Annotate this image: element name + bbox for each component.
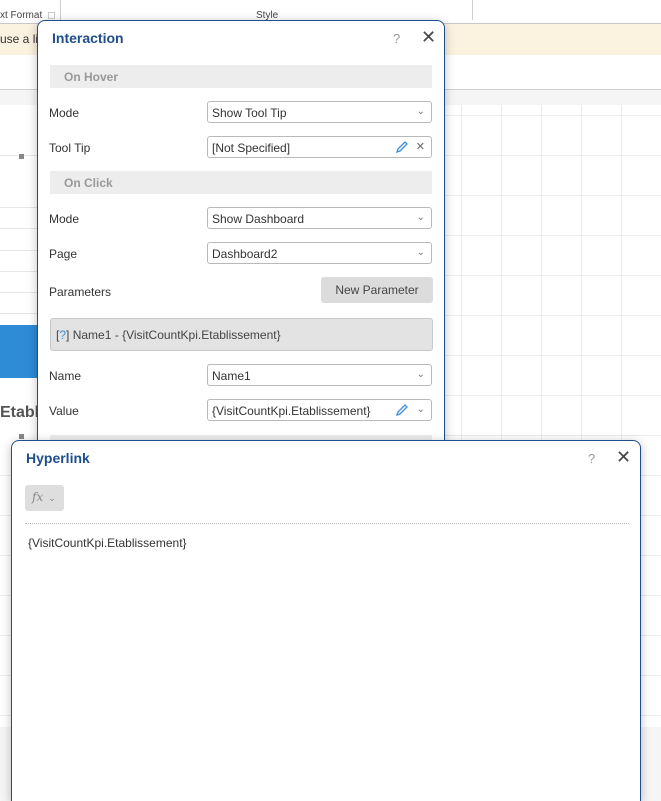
close-icon[interactable]: ✕ (421, 27, 436, 48)
pencil-icon[interactable] (395, 140, 409, 154)
name-label: Name (49, 369, 82, 383)
page-select[interactable]: Dashboard2 ⌄ (207, 242, 432, 264)
kpi-component[interactable] (0, 325, 38, 378)
ribbon-separator (60, 0, 61, 20)
resize-handle[interactable] (19, 154, 24, 159)
row-line (0, 271, 40, 272)
dialog-title: Interaction (52, 30, 124, 46)
name-select[interactable]: Name1 ⌄ (207, 364, 432, 386)
value-label: Value (49, 404, 79, 418)
fx-icon: fx (32, 490, 44, 504)
dialog-title: Hyperlink (26, 450, 90, 466)
chevron-down-icon: ⌄ (416, 106, 425, 117)
parameter-list-item[interactable]: [?] Name1 - {VisitCountKpi.Etablissement… (50, 318, 433, 351)
interaction-dialog: Interaction ? ✕ On Hover Mode Show Tool … (37, 20, 445, 451)
row-line (0, 228, 40, 229)
name-value: Name1 (212, 369, 251, 383)
row-line (0, 207, 40, 208)
hyperlink-dialog: Hyperlink ? ✕ fx ⌄ {VisitCountKpi.Etablis… (11, 440, 641, 801)
click-mode-select[interactable]: Show Dashboard ⌄ (207, 207, 432, 229)
row-line (0, 313, 40, 314)
clear-icon[interactable]: ✕ (416, 140, 425, 153)
chevron-down-icon: ⌄ (48, 493, 56, 503)
row-line (0, 250, 40, 251)
section-on-hover: On Hover (50, 65, 432, 88)
tooltip-field[interactable]: [Not Specified] ✕ (207, 136, 432, 158)
ribbon-group-text-format: xt Format (0, 10, 43, 21)
ribbon-separator (472, 0, 473, 20)
page-value: Dashboard2 (212, 247, 278, 261)
close-icon[interactable]: ✕ (616, 447, 631, 468)
hover-mode-select[interactable]: Show Tool Tip ⌄ (207, 101, 432, 123)
row-line (0, 292, 40, 293)
tooltip-label: Tool Tip (49, 141, 91, 155)
chevron-down-icon: ⌄ (416, 212, 425, 223)
value-value: {VisitCountKpi.Etablissement} (212, 404, 371, 418)
hover-mode-label: Mode (49, 106, 80, 120)
section-on-click: On Click (50, 171, 432, 194)
tooltip-value: [Not Specified] (212, 141, 291, 155)
value-field[interactable]: {VisitCountKpi.Etablissement} ⌄ (207, 399, 432, 421)
chevron-down-icon[interactable]: ⌄ (417, 404, 425, 415)
parameters-label: Parameters (49, 285, 112, 299)
divider (25, 523, 629, 524)
parameter-marker: [?] (56, 328, 70, 342)
hover-mode-value: Show Tool Tip (212, 106, 287, 120)
chevron-down-icon: ⌄ (416, 369, 425, 380)
resize-handle[interactable] (19, 434, 24, 439)
page-label: Page (49, 247, 78, 261)
help-icon[interactable]: ? (588, 451, 595, 466)
function-button[interactable]: fx ⌄ (25, 485, 64, 511)
pencil-icon[interactable] (395, 403, 409, 417)
new-parameter-button[interactable]: New Parameter (321, 277, 433, 303)
click-mode-value: Show Dashboard (212, 212, 305, 226)
expression-editor[interactable]: {VisitCountKpi.Etablissement} (28, 536, 187, 550)
dialog-launcher-icon[interactable] (48, 12, 55, 19)
parameter-text: Name1 - {VisitCountKpi.Etablissement} (72, 328, 281, 342)
help-icon[interactable]: ? (393, 31, 400, 46)
chevron-down-icon: ⌄ (416, 247, 425, 258)
click-mode-label: Mode (49, 212, 80, 226)
